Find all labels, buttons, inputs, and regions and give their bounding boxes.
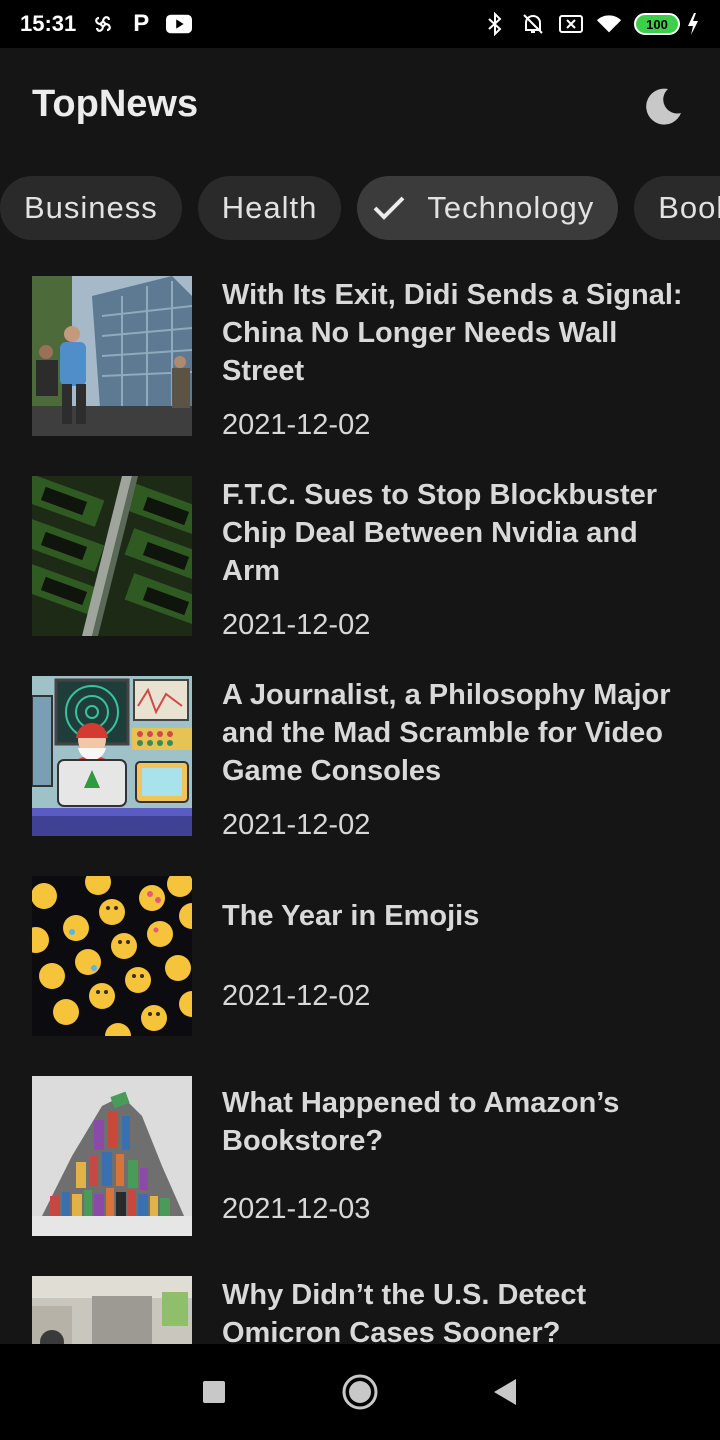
bluetooth-icon xyxy=(482,11,508,37)
news-text: With Its Exit, Didi Sends a Signal: Chin… xyxy=(222,276,688,444)
recents-square-icon xyxy=(203,1381,225,1403)
news-item[interactable]: Why Didn’t the U.S. Detect Omicron Cases… xyxy=(32,1276,688,1344)
news-title: The Year in Emojis xyxy=(222,900,480,932)
chip-books[interactable]: Books xyxy=(634,176,720,240)
news-text: The Year in Emojis 2021-12-02 xyxy=(222,876,688,1036)
moon-icon xyxy=(646,88,681,125)
status-right-icons: 100 xyxy=(482,11,700,37)
mute-icon xyxy=(520,11,546,37)
news-date: 2021-12-02 xyxy=(222,409,371,441)
news-item[interactable]: The Year in Emojis 2021-12-02 xyxy=(32,876,688,1036)
chip-label: Books xyxy=(658,190,720,225)
check-icon xyxy=(369,188,409,228)
news-text: F.T.C. Sues to Stop Blockbuster Chip Dea… xyxy=(222,476,688,644)
chip-label: Health xyxy=(221,190,318,225)
home-circle-icon xyxy=(342,1374,378,1410)
screen: 15:31 P 100 TopNews Business Health Tech… xyxy=(0,0,720,1440)
navigation-bar xyxy=(0,1344,720,1440)
battery-icon: 100 xyxy=(634,13,680,35)
news-text: What Happened to Amazon’s Bookstore? 202… xyxy=(222,1076,688,1236)
youtube-icon xyxy=(166,11,193,37)
news-date: 2021-12-02 xyxy=(222,609,371,641)
news-thumbnail xyxy=(32,676,192,836)
sim-icon xyxy=(558,11,584,37)
news-thumbnail xyxy=(32,276,192,436)
news-thumbnail xyxy=(32,1276,192,1344)
chip-business[interactable]: Business xyxy=(0,176,182,240)
pinwheel-icon xyxy=(90,11,116,37)
news-title: What Happened to Amazon’s Bookstore? xyxy=(222,1087,620,1157)
news-date: 2021-12-02 xyxy=(222,980,371,1012)
wifi-icon xyxy=(596,11,622,37)
app-title: TopNews xyxy=(32,82,199,125)
recents-button[interactable] xyxy=(166,1344,262,1440)
news-title: F.T.C. Sues to Stop Blockbuster Chip Dea… xyxy=(222,479,658,587)
app-bar: TopNews xyxy=(0,48,720,164)
news-title: Why Didn’t the U.S. Detect Omicron Cases… xyxy=(222,1279,587,1344)
news-text: Why Didn’t the U.S. Detect Omicron Cases… xyxy=(222,1276,688,1344)
status-time: 15:31 xyxy=(20,11,77,36)
back-triangle-icon xyxy=(494,1379,516,1405)
news-item[interactable]: A Journalist, a Philosophy Major and the… xyxy=(32,676,688,844)
news-list: With Its Exit, Didi Sends a Signal: Chin… xyxy=(0,276,720,1344)
news-text: A Journalist, a Philosophy Major and the… xyxy=(222,676,688,844)
news-thumbnail xyxy=(32,476,192,636)
category-chips: Business Health Technology Books xyxy=(0,176,720,240)
news-title: With Its Exit, Didi Sends a Signal: Chin… xyxy=(222,279,683,387)
news-date: 2021-12-02 xyxy=(222,809,371,841)
chip-technology[interactable]: Technology xyxy=(357,176,619,240)
theme-toggle-button[interactable] xyxy=(640,82,688,130)
news-title: A Journalist, a Philosophy Major and the… xyxy=(222,679,671,787)
news-item[interactable]: F.T.C. Sues to Stop Blockbuster Chip Dea… xyxy=(32,476,688,644)
back-button[interactable] xyxy=(458,1344,554,1440)
status-bar: 15:31 P 100 xyxy=(0,0,720,48)
chip-health[interactable]: Health xyxy=(197,176,342,240)
p-icon: P xyxy=(133,10,150,37)
news-thumbnail xyxy=(32,1076,192,1236)
charging-icon xyxy=(686,11,700,37)
news-date: 2021-12-03 xyxy=(222,1193,371,1225)
news-item[interactable]: With Its Exit, Didi Sends a Signal: Chin… xyxy=(32,276,688,444)
status-left-icons: P xyxy=(90,10,193,37)
chip-label: Technology xyxy=(427,190,595,225)
chip-label: Business xyxy=(24,190,158,225)
news-item[interactable]: What Happened to Amazon’s Bookstore? 202… xyxy=(32,1076,688,1236)
home-button[interactable] xyxy=(312,1344,408,1440)
news-thumbnail xyxy=(32,876,192,1036)
